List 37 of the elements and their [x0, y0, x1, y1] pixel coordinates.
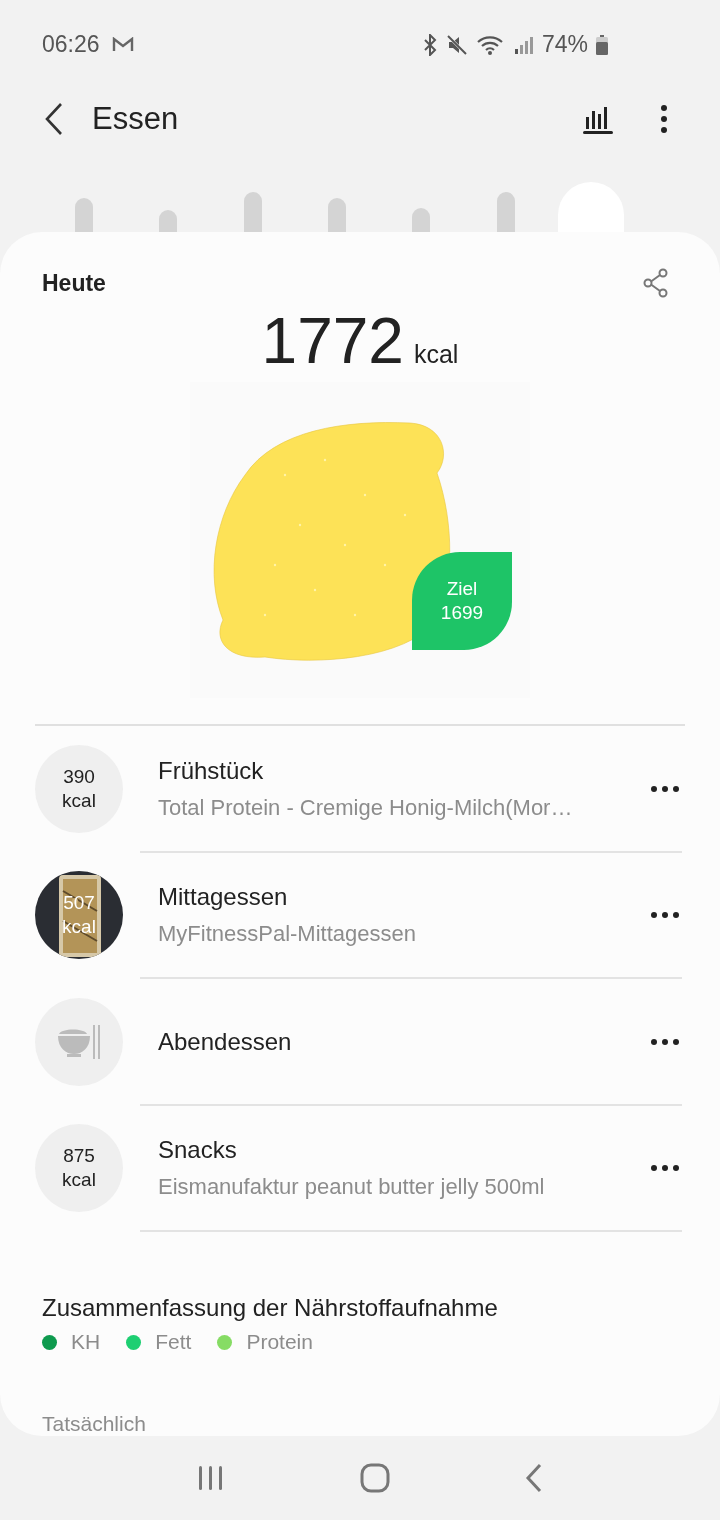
legend-label: Fett — [155, 1330, 192, 1355]
goal-label: Ziel — [446, 577, 478, 602]
share-icon[interactable] — [642, 268, 670, 299]
calorie-total: 1772 — [261, 304, 404, 379]
status-time: 06:26 — [42, 31, 100, 59]
battery-percent: 74% — [541, 31, 588, 59]
meal-name: Frühstück — [158, 756, 265, 785]
meal-detail: Total Protein - Cremige Honig-Milch(Mor… — [158, 794, 574, 821]
more-icon[interactable] — [650, 784, 680, 793]
back-icon[interactable] — [44, 101, 64, 136]
page-title: Essen — [92, 100, 179, 137]
section-title: Zusammenfassung der Nährstoffaufnahme — [42, 1294, 499, 1323]
rice-bowl-icon — [57, 1023, 101, 1060]
more-icon[interactable] — [650, 1164, 680, 1172]
mute-icon — [445, 33, 468, 56]
home-icon[interactable] — [360, 1463, 390, 1494]
bluetooth-icon — [421, 33, 438, 56]
goal-value: 1699 — [440, 601, 484, 626]
calorie-badge: 875 kcal — [35, 1124, 123, 1212]
signal-icon — [513, 34, 534, 55]
calorie-unit: kcal — [413, 340, 459, 370]
period-label: Heute — [42, 269, 106, 297]
more-icon[interactable] — [660, 103, 668, 134]
mail-icon — [111, 36, 134, 53]
meal-name: Mittagessen — [158, 883, 289, 912]
section-label: Tatsächlich — [42, 1412, 147, 1437]
more-icon[interactable] — [650, 911, 680, 920]
meal-detail: Eismanufaktur peanut butter jelly 500ml — [158, 1174, 546, 1200]
meal-detail: MyFitnessPal-Mittagessen — [158, 921, 417, 948]
battery-icon — [596, 34, 608, 55]
more-icon[interactable] — [650, 1037, 680, 1046]
legend-label: Protein — [246, 1330, 313, 1355]
meal-name: Abendessen — [158, 1027, 293, 1056]
calorie-label: 507 kcal — [62, 891, 96, 940]
calorie-badge: 390 kcal — [35, 744, 123, 833]
legend-label: KH — [71, 1330, 101, 1355]
meal-name: Snacks — [158, 1136, 238, 1164]
